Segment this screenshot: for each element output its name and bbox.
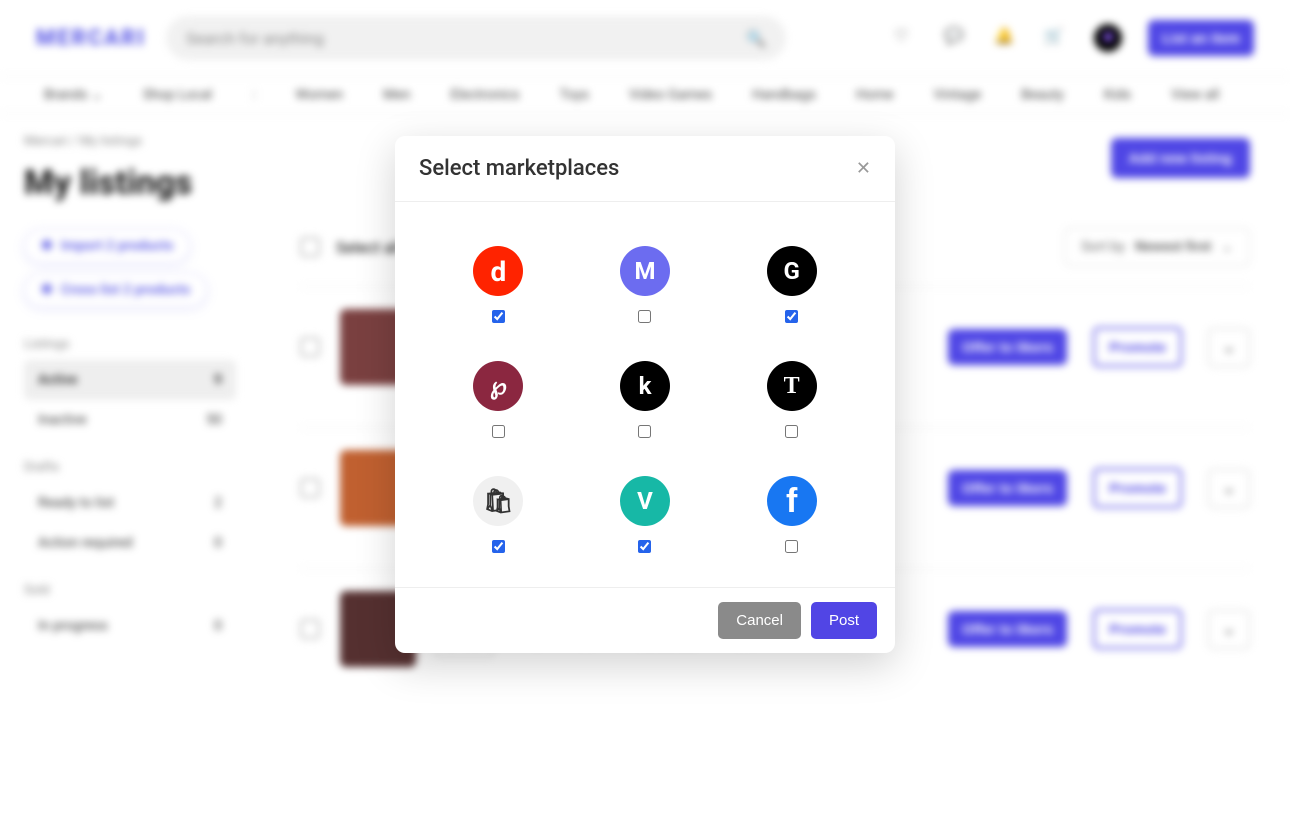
row-checkbox[interactable]	[300, 337, 320, 357]
marketplace-tradesy: T	[748, 361, 835, 438]
bell-icon[interactable]: 🔔	[994, 26, 1018, 50]
drafts-heading: Drafts	[24, 460, 236, 475]
top-nav: Brands ⌄ Shop Local | Women Men Electron…	[0, 76, 1290, 114]
row-menu-button[interactable]: ⌄	[1208, 469, 1250, 508]
nav-beauty[interactable]: Beauty	[1021, 87, 1064, 103]
breadcrumb[interactable]: Mercari / My listings	[24, 134, 236, 149]
mercari-icon[interactable]: M	[620, 246, 670, 296]
marketplace-depop: d	[455, 246, 542, 323]
sidebar-item-ready[interactable]: Ready to list2	[24, 483, 236, 523]
nav-handbags[interactable]: Handbags	[752, 87, 816, 103]
crosslist-button[interactable]: ✱Cross list 2 products	[24, 273, 207, 307]
sidebar-item-inactive[interactable]: Inactive50	[24, 400, 236, 440]
promote-button[interactable]: Promote	[1093, 609, 1182, 649]
poshmark-icon[interactable]: ℘	[473, 361, 523, 411]
marketplace-checkbox-poshmark[interactable]	[492, 425, 505, 438]
sold-heading: Sold	[24, 583, 236, 598]
promote-button[interactable]: Promote	[1093, 327, 1182, 367]
marketplace-checkbox-tradesy[interactable]	[785, 425, 798, 438]
ebay-icon[interactable]: 🛍	[473, 476, 523, 526]
marketplace-checkbox-grailed[interactable]	[785, 310, 798, 323]
row-menu-button[interactable]: ⌄	[1208, 610, 1250, 649]
nav-toys[interactable]: Toys	[560, 87, 589, 103]
modal-title: Select marketplaces	[419, 156, 619, 181]
marketplace-grailed: G	[748, 246, 835, 323]
nav-men[interactable]: Men	[383, 87, 410, 103]
facebook-icon[interactable]: f	[767, 476, 817, 526]
list-item-button[interactable]: List an item	[1148, 20, 1254, 56]
vinted-icon[interactable]: V	[620, 476, 670, 526]
search-icon: 🔍	[746, 29, 766, 48]
marketplace-checkbox-vinted[interactable]	[638, 540, 651, 553]
sidebar: Mercari / My listings My listings ✱Impor…	[0, 114, 260, 713]
depop-icon[interactable]: d	[473, 246, 523, 296]
marketplace-mercari: M	[602, 246, 689, 323]
sidebar-item-active[interactable]: Active9	[24, 360, 236, 400]
promote-button[interactable]: Promote	[1093, 468, 1182, 508]
close-icon[interactable]: ✕	[856, 158, 871, 179]
marketplace-checkbox-facebook[interactable]	[785, 540, 798, 553]
sidebar-item-inprogress[interactable]: In progress0	[24, 606, 236, 646]
add-listing-button[interactable]: Add new listing	[1111, 138, 1250, 178]
tradesy-icon[interactable]: T	[767, 361, 817, 411]
page-title: My listings	[24, 163, 236, 203]
avatar[interactable]: ✱	[1094, 24, 1122, 52]
offer-button[interactable]: Offer to likers	[948, 611, 1067, 647]
offer-button[interactable]: Offer to likers	[948, 329, 1067, 365]
chevron-down-icon: ⌄	[1221, 239, 1233, 255]
kidizen-icon[interactable]: k	[620, 361, 670, 411]
marketplace-checkbox-ebay[interactable]	[492, 540, 505, 553]
marketplace-kidizen: k	[602, 361, 689, 438]
post-button[interactable]: Post	[811, 602, 877, 639]
sort-select[interactable]: Sort by Newest first ⌄	[1064, 228, 1250, 266]
nav-brands[interactable]: Brands ⌄	[44, 87, 103, 103]
marketplace-poshmark: ℘	[455, 361, 542, 438]
marketplace-vinted: V	[602, 476, 689, 553]
row-checkbox[interactable]	[300, 478, 320, 498]
marketplace-checkbox-kidizen[interactable]	[638, 425, 651, 438]
marketplace-ebay: 🛍	[455, 476, 542, 553]
nav-home[interactable]: Home	[856, 87, 894, 103]
marketplace-facebook: f	[748, 476, 835, 553]
heart-icon[interactable]: ♡	[894, 26, 918, 50]
search-input[interactable]: Search for anything 🔍	[166, 16, 786, 60]
nav-view-all[interactable]: View all	[1171, 87, 1219, 103]
marketplace-checkbox-depop[interactable]	[492, 310, 505, 323]
nav-kids[interactable]: Kids	[1104, 87, 1131, 103]
logo[interactable]: MERCARI	[36, 26, 146, 51]
row-checkbox[interactable]	[300, 619, 320, 639]
nav-vintage[interactable]: Vintage	[934, 87, 982, 103]
listings-heading: Listings	[24, 337, 236, 352]
nav-electronics[interactable]: Electronics	[451, 87, 520, 103]
nav-video-games[interactable]: Video Games	[629, 87, 712, 103]
offer-button[interactable]: Offer to likers	[948, 470, 1067, 506]
header: MERCARI Search for anything 🔍 ♡ 💬 🔔 🛒 ✱ …	[0, 0, 1290, 76]
search-placeholder-text: Search for anything	[186, 29, 324, 48]
cart-icon[interactable]: 🛒	[1044, 26, 1068, 50]
grailed-icon[interactable]: G	[767, 246, 817, 296]
nav-women[interactable]: Women	[296, 87, 344, 103]
marketplace-checkbox-mercari[interactable]	[638, 310, 651, 323]
select-marketplaces-modal: Select marketplaces ✕ d M G ℘ k T 🛍 Vf Cancel P…	[395, 136, 895, 653]
sidebar-item-action[interactable]: Action required0	[24, 523, 236, 563]
import-button[interactable]: ✱Import 2 products	[24, 229, 190, 263]
select-all-checkbox[interactable]	[300, 237, 320, 257]
cancel-button[interactable]: Cancel	[718, 602, 801, 639]
chat-icon[interactable]: 💬	[944, 26, 968, 50]
row-menu-button[interactable]: ⌄	[1208, 328, 1250, 367]
header-icons: ♡ 💬 🔔 🛒 ✱ List an item	[894, 20, 1254, 56]
nav-shop-local[interactable]: Shop Local	[143, 87, 212, 103]
select-all-label: Select all	[336, 238, 400, 257]
